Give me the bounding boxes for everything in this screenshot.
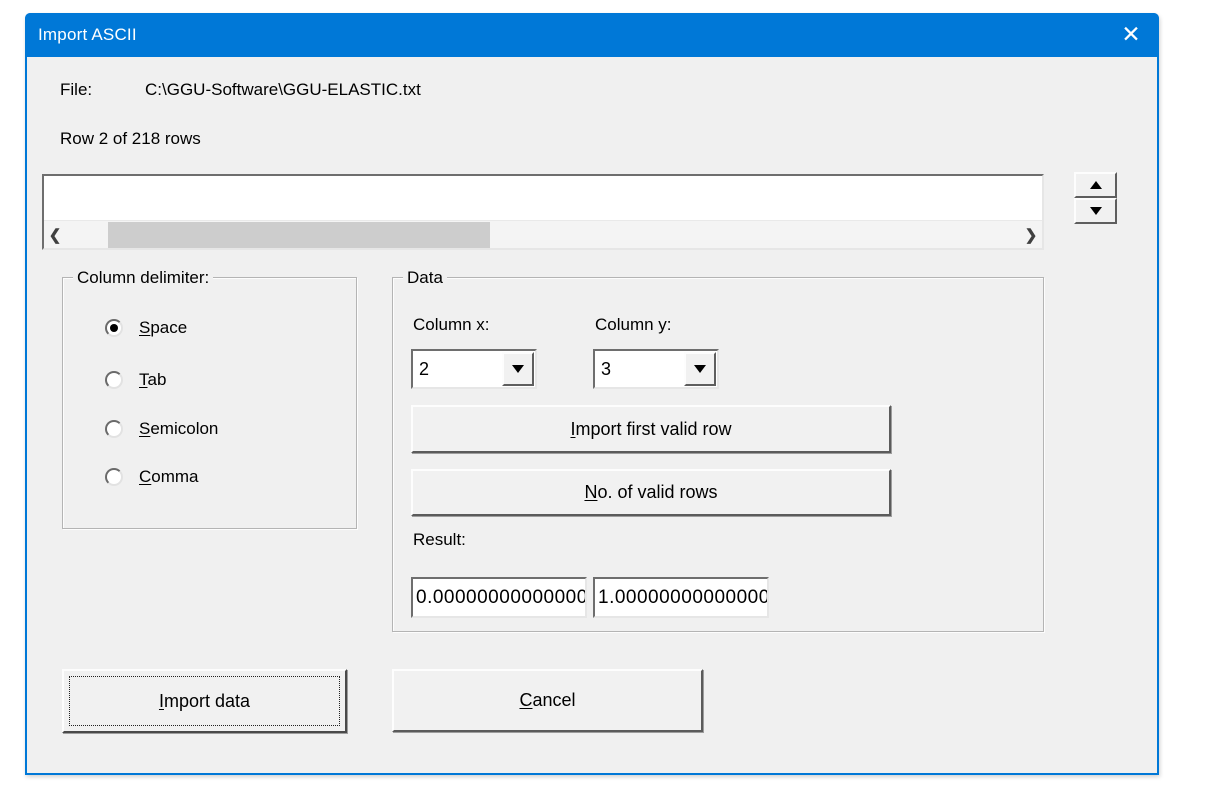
- chevron-down-icon: [694, 365, 706, 373]
- button-label: Import data: [159, 691, 250, 712]
- scrollbar-thumb[interactable]: [108, 222, 490, 248]
- close-icon[interactable]: ✕: [1105, 13, 1157, 55]
- dropdown-button[interactable]: [502, 352, 534, 386]
- result-y-field[interactable]: 1.000000000000000: [593, 577, 769, 618]
- chevron-down-icon: [512, 365, 524, 373]
- radio-label: Tab: [139, 370, 166, 390]
- spin-up-button[interactable]: [1074, 172, 1117, 198]
- data-group-title: Data: [403, 268, 447, 288]
- radio-icon[interactable]: [105, 371, 123, 389]
- column-y-select[interactable]: 3: [593, 349, 719, 389]
- cancel-button[interactable]: Cancel: [392, 669, 703, 732]
- radio-label: Semicolon: [139, 419, 218, 439]
- dropdown-button[interactable]: [684, 352, 716, 386]
- import-data-button[interactable]: Import data: [62, 669, 347, 733]
- button-label: Import first valid row: [570, 419, 731, 440]
- button-label: Cancel: [519, 690, 575, 711]
- column-y-label: Column y:: [595, 315, 672, 335]
- horizontal-scrollbar[interactable]: ❮ ❯: [44, 220, 1042, 248]
- radio-option-space[interactable]: Space: [105, 316, 187, 340]
- radio-icon[interactable]: [105, 468, 123, 486]
- import-ascii-dialog: Import ASCII ✕ File: C:\GGU-Software\GGU…: [25, 13, 1159, 775]
- row-preview-text[interactable]: 000000000E+0000 1.00000000000000E+0001 0…: [44, 176, 1042, 218]
- spin-down-button[interactable]: [1074, 198, 1117, 224]
- column-x-value: 2: [419, 351, 429, 387]
- data-group: Data Column x: Column y: 2 3 Import firs…: [392, 277, 1044, 632]
- column-x-select[interactable]: 2: [411, 349, 537, 389]
- column-x-label: Column x:: [413, 315, 490, 335]
- button-label: No. of valid rows: [584, 482, 717, 503]
- radio-option-semicolon[interactable]: Semicolon: [105, 417, 218, 441]
- scroll-left-icon[interactable]: ❮: [44, 221, 66, 249]
- title-bar[interactable]: Import ASCII ✕: [25, 13, 1159, 57]
- row-preview-box[interactable]: 000000000E+0000 1.00000000000000E+0001 0…: [42, 174, 1044, 250]
- arrow-up-icon: [1090, 181, 1102, 189]
- import-first-valid-row-button[interactable]: Import first valid row: [411, 405, 891, 453]
- radio-label: Space: [139, 318, 187, 338]
- no-of-valid-rows-button[interactable]: No. of valid rows: [411, 469, 891, 516]
- row-counter: Row 2 of 218 rows: [60, 129, 201, 149]
- arrow-down-icon: [1090, 207, 1102, 215]
- dialog-title: Import ASCII: [25, 25, 137, 45]
- radio-icon[interactable]: [105, 420, 123, 438]
- radio-option-tab[interactable]: Tab: [105, 368, 166, 392]
- file-label: File:: [60, 80, 92, 100]
- radio-label: Comma: [139, 467, 199, 487]
- column-y-value: 3: [601, 351, 611, 387]
- file-path: C:\GGU-Software\GGU-ELASTIC.txt: [145, 80, 421, 100]
- column-delimiter-group-title: Column delimiter:: [73, 268, 213, 288]
- result-label: Result:: [413, 530, 466, 550]
- row-spinner: [1074, 172, 1117, 224]
- result-x-field[interactable]: 0.000000000000000: [411, 577, 587, 618]
- column-delimiter-group: Column delimiter: Space Tab Semicolon Co…: [62, 277, 357, 529]
- radio-icon[interactable]: [105, 319, 123, 337]
- scroll-right-icon[interactable]: ❯: [1020, 221, 1042, 249]
- radio-option-comma[interactable]: Comma: [105, 465, 199, 489]
